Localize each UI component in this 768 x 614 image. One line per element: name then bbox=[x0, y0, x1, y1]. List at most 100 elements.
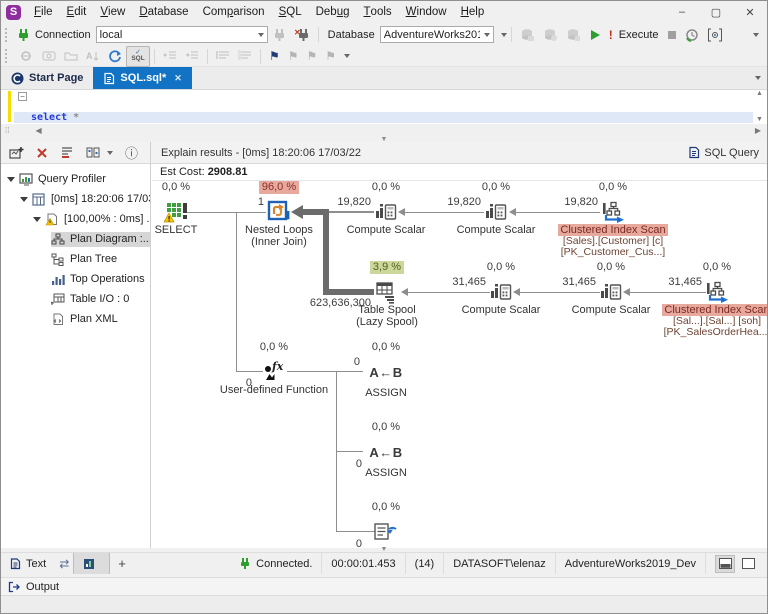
database-select[interactable]: AdventureWorks2019_... bbox=[380, 26, 494, 43]
tab-start-page[interactable]: Start Page bbox=[1, 67, 93, 89]
plan-node-assign[interactable]: 0,0 % A←B ASSIGN bbox=[341, 341, 431, 399]
compare-results-icon[interactable] bbox=[86, 146, 113, 159]
plan-node-table-spool[interactable]: 3,9 % Table Spool (Lazy Spool) bbox=[332, 261, 442, 328]
bookmark-caret-icon[interactable] bbox=[344, 54, 350, 58]
database-options-caret-icon[interactable] bbox=[501, 33, 507, 37]
layout-bottom-panel-icon[interactable] bbox=[715, 555, 735, 573]
minimize-button[interactable]: – bbox=[665, 1, 699, 23]
tab-sql-document[interactable]: SQL.sql* ✕ bbox=[93, 67, 191, 89]
database-refresh-icon[interactable] bbox=[540, 25, 561, 44]
toolbar-overflow-caret-icon[interactable] bbox=[753, 33, 759, 37]
disconnect-icon[interactable]: ✕ bbox=[291, 25, 313, 44]
menu-debug[interactable]: Debug bbox=[309, 1, 357, 23]
new-connection-icon[interactable] bbox=[16, 28, 30, 42]
connect-icon[interactable] bbox=[269, 25, 289, 44]
toolbar-grip[interactable] bbox=[5, 28, 11, 42]
execute-button[interactable]: ! Execute bbox=[606, 25, 662, 44]
tree-item-session[interactable]: [0ms] 18:20:06 17/03... bbox=[1, 189, 150, 209]
menu-comparison[interactable]: Comparison bbox=[196, 1, 272, 23]
tab-profiler-view[interactable] bbox=[73, 553, 110, 574]
info-icon[interactable]: ⓘ bbox=[125, 143, 138, 162]
compute-scalar-icon bbox=[446, 280, 556, 304]
plan-node-clustered-index-scan[interactable]: 0,0 % Clustered Index Scan [Sales].[Cust… bbox=[548, 181, 678, 258]
menu-tools[interactable]: Tools bbox=[357, 1, 399, 23]
format-icon[interactable] bbox=[17, 47, 37, 66]
validate-sql-button[interactable]: ✓ SQL bbox=[126, 46, 150, 67]
menu-bar: S File Edit View Database Comparison SQL… bbox=[1, 1, 767, 23]
delete-result-icon[interactable] bbox=[36, 147, 48, 159]
plan-node-compute-scalar[interactable]: 0,0 % Compute Scalar bbox=[441, 181, 551, 236]
plan-diagram-canvas[interactable]: 1 19,820 19,820 19,820 623,636,300 31,46… bbox=[152, 181, 767, 548]
plan-node-clustered-index-scan[interactable]: 0,0 % Clustered Index Scan [Sal...].[Sal… bbox=[651, 261, 767, 338]
scroll-left-icon[interactable]: ◀ bbox=[35, 126, 41, 135]
pane-handle-icon[interactable]: ⁞⁞ bbox=[5, 126, 9, 135]
layout-full-panel-icon[interactable] bbox=[738, 555, 758, 573]
close-tab-icon[interactable]: ✕ bbox=[174, 73, 182, 84]
add-view-button[interactable]: + bbox=[110, 556, 134, 571]
status-bar: Text ⇄ + Connected. 00:00:01.453 (14) DA… bbox=[1, 552, 767, 574]
menu-edit[interactable]: Edit bbox=[60, 1, 94, 23]
previous-bookmark-icon[interactable]: ⚑ bbox=[285, 47, 302, 66]
tree-item-query-profiler[interactable]: Query Profiler bbox=[1, 169, 150, 189]
scroll-up-icon[interactable]: ▲ bbox=[756, 90, 763, 97]
expander-icon[interactable] bbox=[20, 197, 28, 202]
tree-item-plan-diagram[interactable]: Plan Diagram :... bbox=[1, 229, 150, 249]
menu-window[interactable]: Window bbox=[399, 1, 454, 23]
swap-views-icon[interactable]: ⇄ bbox=[55, 557, 73, 571]
plan-node-assign[interactable]: 0,0 % A←B ASSIGN bbox=[341, 421, 431, 479]
next-bookmark-icon[interactable]: ⚑ bbox=[304, 47, 321, 66]
run-icon[interactable] bbox=[586, 25, 604, 44]
clustered-index-scan-icon bbox=[651, 280, 767, 304]
sort-icon[interactable]: A bbox=[83, 47, 103, 66]
tree-item-query-unit[interactable]: [100,00% : 0ms] ... bbox=[1, 209, 150, 229]
query-profiling-mode-icon[interactable] bbox=[704, 25, 726, 44]
close-button[interactable]: ✕ bbox=[733, 1, 767, 23]
database-task-icon[interactable] bbox=[517, 25, 538, 44]
indent-increase-icon[interactable] bbox=[182, 47, 202, 66]
plan-node-language-element[interactable]: 0,0 % bbox=[341, 501, 431, 544]
plan-node-nested-loops[interactable]: 96,0 % Nested Loops (Inner Join) bbox=[224, 181, 334, 248]
scroll-right-icon[interactable]: ▶ bbox=[755, 126, 761, 135]
indent-decrease-icon[interactable] bbox=[160, 47, 180, 66]
toggle-bookmark-icon[interactable]: ⚑ bbox=[266, 47, 283, 66]
menu-help[interactable]: Help bbox=[454, 1, 492, 23]
tab-list-caret-icon[interactable] bbox=[755, 76, 761, 80]
menu-file[interactable]: File bbox=[27, 1, 60, 23]
add-profiling-result-icon[interactable] bbox=[9, 146, 24, 160]
toolbar-grip[interactable] bbox=[5, 49, 11, 63]
tree-item-plan-tree[interactable]: Plan Tree bbox=[1, 249, 150, 269]
menu-database[interactable]: Database bbox=[132, 1, 195, 23]
maximize-button[interactable]: ▢ bbox=[699, 1, 733, 23]
tree-item-table-io[interactable]: Table I/O : 0 bbox=[1, 289, 150, 309]
editor-vertical-scrollbar[interactable]: ▲ ▼ bbox=[753, 90, 766, 123]
plan-node-select[interactable]: 0,0 % SELECT bbox=[152, 181, 211, 236]
expander-icon[interactable] bbox=[33, 217, 41, 222]
stop-icon[interactable] bbox=[664, 25, 680, 44]
plan-node-compute-scalar[interactable]: 0,0 % Compute Scalar bbox=[446, 261, 556, 316]
tree-item-plan-xml[interactable]: Plan XML bbox=[1, 309, 150, 329]
menu-sql[interactable]: SQL bbox=[272, 1, 309, 23]
database-label: Database bbox=[328, 29, 375, 41]
code-fold-icon[interactable]: − bbox=[18, 92, 27, 101]
open-folder-icon[interactable] bbox=[61, 47, 81, 66]
plan-node-compute-scalar[interactable]: 0,0 % Compute Scalar bbox=[331, 181, 441, 236]
database-edit-icon[interactable] bbox=[563, 25, 584, 44]
history-icon[interactable] bbox=[682, 25, 702, 44]
scroll-down-icon[interactable]: ▼ bbox=[756, 116, 763, 123]
plan-node-compute-scalar[interactable]: 0,0 % Compute Scalar bbox=[556, 261, 666, 316]
uncomment-icon[interactable] bbox=[235, 47, 255, 66]
tab-text-view[interactable]: Text bbox=[1, 553, 55, 574]
table-io-icon bbox=[51, 293, 66, 306]
clear-bookmarks-icon[interactable]: ⚑ bbox=[322, 47, 339, 66]
clear-results-icon[interactable] bbox=[60, 146, 74, 159]
output-panel-header[interactable]: Output bbox=[1, 577, 767, 596]
plan-node-user-defined-function[interactable]: 0,0 % fx User-defined Function bbox=[209, 341, 339, 396]
refresh-icon[interactable] bbox=[105, 47, 125, 66]
tree-item-top-operations[interactable]: Top Operations bbox=[1, 269, 150, 289]
results-title: Explain results - [0ms] 18:20:06 17/03/2… bbox=[151, 147, 361, 159]
expander-icon[interactable] bbox=[7, 177, 15, 182]
comment-icon[interactable] bbox=[213, 47, 233, 66]
connection-select[interactable]: local bbox=[96, 26, 268, 43]
snippet-icon[interactable] bbox=[39, 47, 59, 66]
menu-view[interactable]: View bbox=[93, 1, 132, 23]
